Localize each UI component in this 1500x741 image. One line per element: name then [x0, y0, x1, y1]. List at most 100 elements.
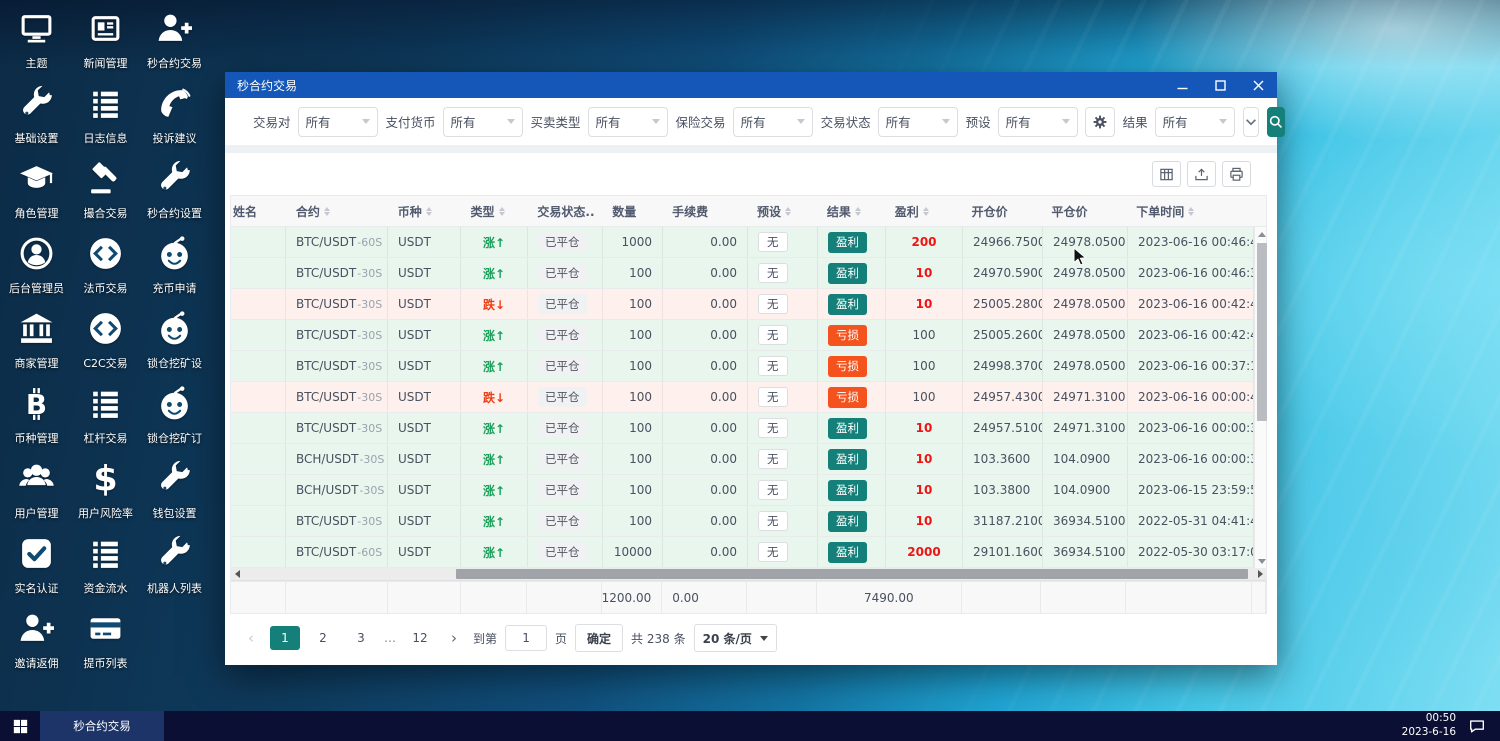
desktop-shortcut[interactable]: 实名认证	[2, 527, 71, 602]
desktop-shortcut[interactable]: 钱包设置	[140, 452, 209, 527]
desktop-shortcut[interactable]: 日志信息	[71, 77, 140, 152]
desktop-shortcut[interactable]: 基础设置	[2, 77, 71, 152]
table-row[interactable]: BTC/USDT -30S USDT 跌↓ 已平仓 100 0.00 无亏损 100 24957.…	[231, 382, 1254, 413]
desktop-shortcut[interactable]: C2C交易	[71, 302, 140, 377]
taskbar-clock[interactable]: 00:50 2023-6-16	[1402, 712, 1456, 739]
per-page-select[interactable]: 20 条/页	[693, 624, 777, 652]
preset-box[interactable]: 无	[758, 387, 788, 407]
column-header-time[interactable]: 下单时间	[1126, 196, 1252, 226]
filter-select-买卖类型[interactable]: 所有	[587, 106, 668, 137]
minimize-button[interactable]	[1163, 72, 1201, 98]
preset-box[interactable]: 无	[758, 294, 788, 314]
expand-filters-button[interactable]	[1242, 106, 1259, 137]
vertical-scroll-thumb[interactable]	[1257, 243, 1267, 421]
filter-select-支付货币[interactable]: 所有	[442, 106, 523, 137]
sort-carets-icon[interactable]	[1188, 206, 1195, 216]
scroll-down-arrow-icon[interactable]	[1255, 554, 1269, 568]
desktop-shortcut[interactable]: 资金流水	[71, 527, 140, 602]
column-header-type[interactable]: 类型	[461, 196, 528, 226]
filter-select-预设[interactable]: 所有	[997, 106, 1078, 137]
filter-select-保险交易[interactable]: 所有	[732, 106, 813, 137]
scroll-up-arrow-icon[interactable]	[1255, 227, 1269, 241]
column-header-currency[interactable]: 币种	[388, 196, 461, 226]
export-button[interactable]	[1187, 161, 1216, 187]
desktop-shortcut[interactable]: 后台管理员	[2, 227, 71, 302]
table-row[interactable]: BTC/USDT -30S USDT 跌↓ 已平仓 100 0.00 无盈利 10 25005.2…	[231, 289, 1254, 320]
sort-carets-icon[interactable]	[785, 206, 792, 216]
print-button[interactable]	[1222, 161, 1251, 187]
column-header-preset[interactable]: 预设	[747, 196, 817, 226]
sort-carets-icon[interactable]	[498, 206, 505, 216]
desktop-shortcut[interactable]: 法币交易	[71, 227, 140, 302]
preset-box[interactable]: 无	[758, 511, 788, 531]
scroll-left-arrow-icon[interactable]	[231, 568, 243, 580]
start-button[interactable]	[0, 711, 40, 741]
vertical-scrollbar[interactable]	[1254, 227, 1269, 568]
prev-page-button[interactable]: ‹	[240, 626, 262, 650]
desktop-shortcut[interactable]: 充币申请	[140, 227, 209, 302]
desktop-shortcut[interactable]: 锁仓挖矿设	[140, 302, 209, 377]
scroll-right-arrow-icon[interactable]	[1254, 568, 1266, 580]
table-row[interactable]: BTC/USDT -30S USDT 涨↑ 已平仓 100 0.00 无亏损 100 25005.…	[231, 320, 1254, 351]
desktop-shortcut[interactable]: 投诉建议	[140, 77, 209, 152]
preset-settings-button[interactable]	[1084, 106, 1115, 137]
table-row[interactable]: BTC/USDT -30S USDT 涨↑ 已平仓 100 0.00 无亏损 100 24998.…	[231, 351, 1254, 382]
desktop-shortcut[interactable]: B 币种管理	[2, 377, 71, 452]
sort-carets-icon[interactable]	[922, 206, 929, 216]
desktop-shortcut[interactable]: 用户管理	[2, 452, 71, 527]
preset-box[interactable]: 无	[758, 480, 788, 500]
preset-box[interactable]: 无	[758, 325, 788, 345]
desktop-shortcut[interactable]: 角色管理	[2, 152, 71, 227]
page-button-12[interactable]: 12	[405, 626, 435, 650]
page-button-2[interactable]: 2	[308, 626, 338, 650]
table-row[interactable]: BCH/USDT -30S USDT 涨↑ 已平仓 100 0.00 无 盈利 10 103.360…	[231, 444, 1254, 475]
table-row[interactable]: BTC/USDT -30S USDT 涨↑ 已平仓 100 0.00 无盈利 10 24957.5…	[231, 413, 1254, 444]
preset-box[interactable]: 无	[758, 263, 788, 283]
desktop-shortcut[interactable]: $ 用户风险率	[71, 452, 140, 527]
desktop-shortcut[interactable]: 提币列表	[71, 602, 140, 677]
window-titlebar[interactable]: 秒合约交易	[225, 72, 1277, 98]
horizontal-scroll-thumb[interactable]	[456, 569, 1248, 579]
sort-carets-icon[interactable]	[323, 206, 330, 216]
close-button[interactable]	[1239, 72, 1277, 98]
filter-select-交易状态[interactable]: 所有	[877, 106, 958, 137]
desktop-shortcut[interactable]: 商家管理	[2, 302, 71, 377]
table-row[interactable]: BCH/USDT -30S USDT 涨↑ 已平仓 100 0.00 无 盈利 10 103.380…	[231, 475, 1254, 506]
desktop-shortcut[interactable]: 新闻管理	[71, 2, 140, 77]
page-button-1[interactable]: 1	[270, 626, 300, 650]
next-page-button[interactable]: ›	[443, 626, 465, 650]
horizontal-scrollbar[interactable]	[231, 568, 1266, 581]
desktop-shortcut[interactable]: 邀请返佣	[2, 602, 71, 677]
preset-box[interactable]: 无	[758, 356, 788, 376]
desktop-shortcut[interactable]: 杠杆交易	[71, 377, 140, 452]
preset-box[interactable]: 无	[758, 418, 788, 438]
sort-carets-icon[interactable]	[854, 206, 861, 216]
desktop-shortcut[interactable]: 锁仓挖矿订	[140, 377, 209, 452]
desktop-shortcut[interactable]: 撮合交易	[71, 152, 140, 227]
maximize-button[interactable]	[1201, 72, 1239, 98]
sort-carets-icon[interactable]	[425, 206, 432, 216]
chat-bubble-icon[interactable]	[1468, 717, 1486, 735]
column-header-contract[interactable]: 合约	[286, 196, 388, 226]
filter-select-交易对[interactable]: 所有	[297, 106, 378, 137]
desktop-shortcut[interactable]: 秒合约交易	[140, 2, 209, 77]
preset-box[interactable]: 无	[758, 232, 788, 252]
preset-box[interactable]: 无	[758, 542, 788, 562]
goto-page-input[interactable]: 1	[505, 625, 548, 651]
desktop-shortcut[interactable]: 主题	[2, 2, 71, 77]
table-row[interactable]: BTC/USDT -30S USDT 涨↑ 已平仓 100 0.00 无盈利 10 24970.5…	[231, 258, 1254, 289]
search-button[interactable]	[1266, 106, 1285, 137]
desktop-shortcut[interactable]: 机器人列表	[140, 527, 209, 602]
goto-confirm-button[interactable]: 确定	[575, 624, 624, 652]
filter-select-结果[interactable]: 所有	[1154, 106, 1235, 137]
table-row[interactable]: BTC/USDT -60S USDT 涨↑ 已平仓 10000 0.00 无盈利 2000 291…	[231, 537, 1254, 568]
column-header-profit[interactable]: 盈利	[885, 196, 962, 226]
desktop-shortcut[interactable]: 秒合约设置	[140, 152, 209, 227]
table-row[interactable]: BTC/USDT -30S USDT 涨↑ 已平仓 100 0.00 无盈利 10 31187.2…	[231, 506, 1254, 537]
page-button-3[interactable]: 3	[346, 626, 376, 650]
taskbar-active-task[interactable]: 秒合约交易	[40, 711, 164, 741]
table-row[interactable]: BTC/USDT -60S USDT 涨↑ 已平仓 1000 0.00 无盈利 200 24966…	[231, 227, 1254, 258]
preset-box[interactable]: 无	[758, 449, 788, 469]
column-header-result[interactable]: 结果	[817, 196, 885, 226]
columns-button[interactable]	[1152, 161, 1181, 187]
